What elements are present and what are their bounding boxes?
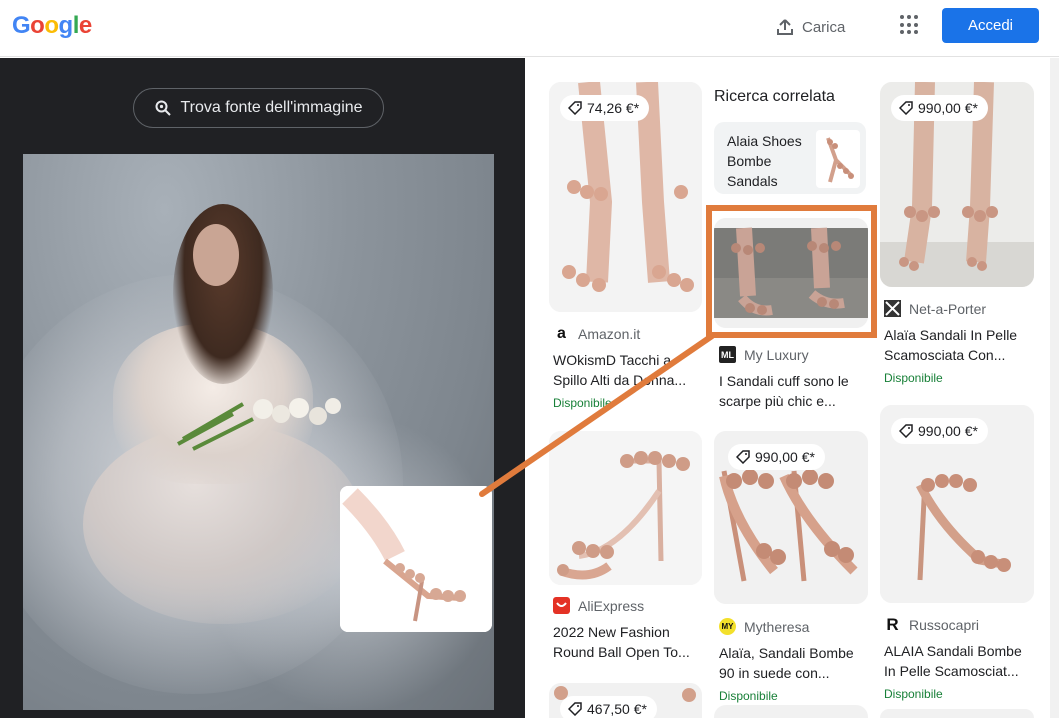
result-title[interactable]: 2022 New Fashion Round Ball Open To... (553, 622, 698, 662)
availability-label: Disponibile (553, 396, 612, 410)
result-source[interactable]: MY Mytheresa (719, 618, 809, 635)
price-badge: 990,00 €* (891, 418, 988, 444)
price-tag-icon (568, 702, 582, 716)
price-badge: 467,50 €* (560, 696, 657, 718)
result-thumbnail[interactable]: 990,00 €* (880, 405, 1034, 603)
signin-button[interactable]: Accedi (942, 8, 1039, 43)
price-text: 74,26 €* (587, 100, 640, 116)
amazon-icon: a (557, 324, 566, 342)
mytheresa-icon: MY (719, 618, 736, 635)
find-source-label: Trova fonte dell'immagine (180, 99, 363, 116)
price-text: 990,00 €* (918, 423, 978, 439)
result-title[interactable]: ALAIA Sandali Bombe In Pelle Scamosciat.… (884, 641, 1034, 681)
result-source[interactable]: ML My Luxury (719, 346, 809, 363)
logo-letter: o (44, 12, 59, 39)
crop-selection[interactable] (340, 486, 492, 632)
availability-label: Disponibile (884, 371, 943, 385)
price-text: 990,00 €* (918, 100, 978, 116)
result-thumbnail[interactable]: 990,00 €* (880, 82, 1034, 287)
price-badge: 990,00 €* (891, 95, 988, 121)
my-luxury-icon: ML (719, 346, 736, 363)
availability-label: Disponibile (884, 687, 943, 701)
related-chip-label: Alaia Shoes Bombe Sandals (727, 133, 802, 189)
source-name: Amazon.it (578, 325, 641, 342)
source-name: My Luxury (744, 346, 809, 363)
result-title[interactable]: WOkismD Tacchi a Spillo Alti da Donna... (553, 350, 698, 390)
result-thumbnail[interactable]: 990,00 €* (714, 431, 868, 604)
result-source[interactable]: a Amazon.it (553, 325, 640, 342)
result-thumbnail[interactable] (549, 431, 702, 585)
russocapri-icon: R (886, 614, 899, 634)
price-text: 467,50 €* (587, 701, 647, 717)
price-badge: 74,26 €* (560, 95, 650, 121)
upload-label: Carica (802, 18, 846, 36)
result-title[interactable]: I Sandali cuff sono le scarpe più chic e… (719, 371, 864, 411)
logo-letter: o (30, 12, 45, 39)
logo-letter: g (58, 12, 74, 39)
top-bar: Google Carica Accedi (0, 0, 1059, 57)
availability-label: Disponibile (719, 689, 778, 703)
price-text: 990,00 €* (755, 449, 815, 465)
source-name: AliExpress (578, 597, 645, 614)
google-logo[interactable]: Google (12, 12, 92, 40)
result-title[interactable]: Alaïa Sandali In Pelle Scamosciata Con..… (884, 325, 1034, 365)
logo-letter: G (12, 12, 31, 39)
related-search-chip[interactable]: Alaia Shoes Bombe Sandals (714, 122, 866, 194)
price-tag-icon (568, 101, 582, 115)
result-title[interactable]: Alaïa, Sandali Bombe 90 in suede con... (719, 643, 864, 683)
logo-letter: e (78, 12, 92, 39)
upload-icon (776, 18, 794, 36)
price-badge: 990,00 €* (728, 444, 825, 470)
related-chip-image (816, 130, 860, 188)
source-name: Net-a-Porter (909, 300, 987, 317)
match-highlight-box (706, 205, 877, 338)
results-scrollbar[interactable] (1050, 58, 1059, 718)
result-source[interactable]: AliExpress (553, 597, 644, 614)
result-thumbnail[interactable]: 74,26 €* (549, 82, 702, 312)
result-thumbnail[interactable]: 467,50 €* (549, 683, 702, 718)
result-source[interactable]: Net-a-Porter (884, 300, 986, 317)
result-thumbnail[interactable] (880, 709, 1034, 718)
upload-button[interactable]: Carica (776, 14, 845, 40)
source-name: Mytheresa (744, 618, 810, 635)
lens-search-icon (154, 99, 172, 117)
image-preview-panel: Trova fonte dell'immagine (0, 58, 525, 718)
apps-grid-icon[interactable] (900, 15, 920, 35)
aliexpress-icon (553, 597, 570, 614)
related-search-heading: Ricerca correlata (714, 88, 835, 105)
price-tag-icon (899, 424, 913, 438)
result-thumbnail[interactable] (714, 705, 868, 718)
price-tag-icon (899, 101, 913, 115)
result-source[interactable]: R Russocapri (884, 614, 980, 634)
net-a-porter-icon (884, 300, 901, 317)
source-name: Russocapri (909, 616, 980, 633)
price-tag-icon (736, 450, 750, 464)
find-image-source-button[interactable]: Trova fonte dell'immagine (133, 88, 384, 128)
